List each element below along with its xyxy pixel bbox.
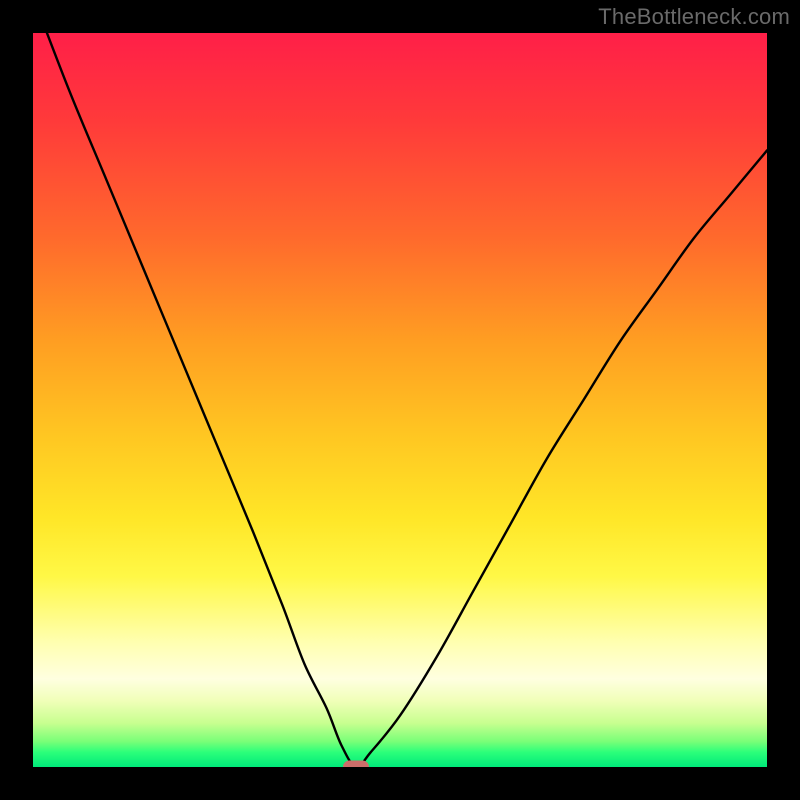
optimal-marker <box>343 761 369 768</box>
bottleneck-curve <box>33 33 767 767</box>
curve-svg <box>33 33 767 767</box>
plot-area <box>33 33 767 767</box>
chart-container: TheBottleneck.com <box>0 0 800 800</box>
watermark-text: TheBottleneck.com <box>598 4 790 30</box>
